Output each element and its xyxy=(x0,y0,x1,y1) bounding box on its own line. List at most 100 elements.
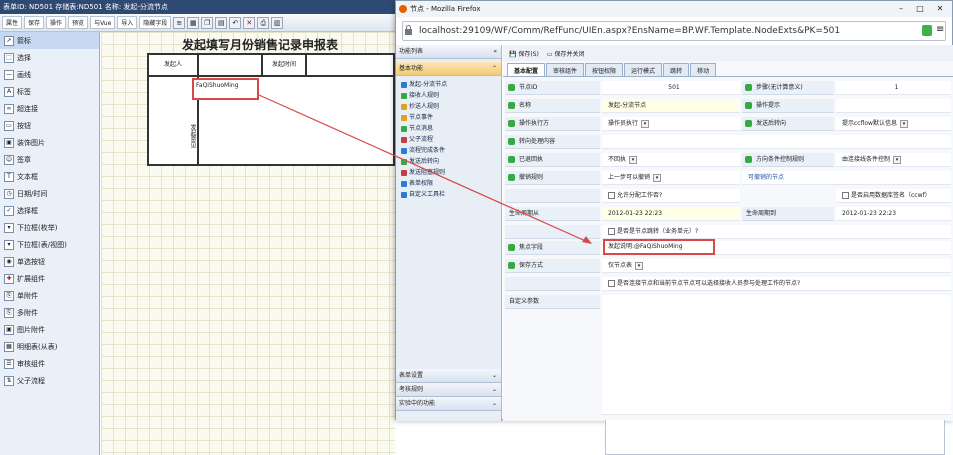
return-select[interactable]: 不回执 ▾ xyxy=(602,153,740,167)
tool-radio[interactable]: ◉ 单选按钮 xyxy=(0,253,99,270)
save-close-action[interactable]: ▭ 保存并关闭 xyxy=(547,49,585,58)
cond-select[interactable]: 由连接线条件控制 ▾ xyxy=(836,153,951,167)
function-item[interactable]: 抄送人规则 xyxy=(396,101,501,112)
execute-select[interactable]: 操作员执行 ▾ xyxy=(602,117,740,131)
name-input[interactable]: 发起-分流节点 xyxy=(602,99,740,113)
tool-arrow[interactable]: ➚ 箭标 xyxy=(0,32,99,49)
function-item[interactable]: 流程完成条件 xyxy=(396,145,501,156)
turn-input[interactable] xyxy=(602,135,951,149)
copy-icon[interactable]: ❐ xyxy=(201,16,214,29)
function-label: 发送后转向 xyxy=(409,158,440,165)
tool-audit[interactable]: ☰ 审核组件 xyxy=(0,355,99,372)
checkbox-icon xyxy=(608,228,615,235)
paste-icon[interactable]: ▤ xyxy=(215,16,228,29)
section-experimental[interactable]: 实验中的功能 ⌄ xyxy=(396,397,501,411)
properties-area: 💾 保存(S) ▭ 保存并关闭 基本配置 审核组件 按钮权限 运行模式 跳转 移… xyxy=(503,45,953,421)
tool-textbox[interactable]: T 文本框 xyxy=(0,168,99,185)
minimize-icon[interactable]: – xyxy=(894,3,908,14)
tool-extension[interactable]: ✚ 扩展组件 xyxy=(0,270,99,287)
tab-buttons[interactable]: 按钮权限 xyxy=(585,63,624,76)
shield-icon[interactable] xyxy=(922,25,932,36)
function-item[interactable]: 节点消息 xyxy=(396,123,501,134)
initiator-value[interactable] xyxy=(198,54,262,76)
cancel-select[interactable]: 上一步可以撤销 ▾ xyxy=(602,171,740,185)
import-button[interactable]: 导入 xyxy=(117,16,138,29)
tool-checkbox[interactable]: ✓ 选择框 xyxy=(0,202,99,219)
tool-select[interactable]: ⬚ 选择 xyxy=(0,49,99,66)
save-mode-label: 保存方式 xyxy=(505,259,600,273)
focus-field-box[interactable]: FaQiShuoMing xyxy=(192,78,259,100)
skip-checkbox[interactable]: 是否是节点跳转（业务单元）? xyxy=(602,225,951,239)
undo-icon[interactable]: ↶ xyxy=(229,16,242,29)
close-icon[interactable]: ✕ xyxy=(933,3,947,14)
function-item[interactable]: 发送阻塞规则 xyxy=(396,167,501,178)
tool-link[interactable]: ∞ 超连接 xyxy=(0,100,99,117)
section-form-settings[interactable]: 表单设置 ⌄ xyxy=(396,369,501,383)
tab-move[interactable]: 移动 xyxy=(690,63,717,76)
period-to-input[interactable]: 2012-01-23 22:23 xyxy=(836,207,951,221)
tool-dropdown-enum[interactable]: ▾ 下拉框(枚举) xyxy=(0,219,99,236)
recall-checkbox[interactable]: 是否连接节点和当前节点节点可以选择接收人员参与处理工作的节点? xyxy=(602,277,951,291)
subflow-icon: ⇅ xyxy=(4,375,14,386)
align-icon[interactable]: ≡ xyxy=(173,16,186,29)
menu-icon[interactable]: ≡ xyxy=(936,24,944,35)
tab-basic[interactable]: 基本配置 xyxy=(507,63,546,76)
tool-date[interactable]: ◷ 日期/时间 xyxy=(0,185,99,202)
address-bar[interactable]: localhost:29109/WF/Comm/RefFunc/UIEn.asp… xyxy=(402,21,946,41)
tool-subflow[interactable]: ⇅ 父子流程 xyxy=(0,372,99,389)
opinion-label: 发起意见 xyxy=(148,76,198,165)
tool-image-attachment[interactable]: ▣ 图片附件 xyxy=(0,321,99,338)
form-table[interactable]: 发起人 发起时间 发起意见 xyxy=(147,53,395,166)
function-item[interactable]: 表单权限 xyxy=(396,178,501,189)
vue-button[interactable]: 与Vue xyxy=(90,16,116,29)
chevron-down-icon: ⌄ xyxy=(491,372,497,379)
grid-icon[interactable]: ▦ xyxy=(187,16,200,29)
preview-button[interactable]: 预览 xyxy=(68,16,89,29)
tool-dropdown-table[interactable]: ▾ 下拉框(表/视图) xyxy=(0,236,99,253)
hidden-fields-button[interactable]: 隐藏字段 xyxy=(139,16,172,29)
tool-attachments[interactable]: ⎘ 多附件 xyxy=(0,304,99,321)
save-button[interactable]: 保存 xyxy=(24,16,45,29)
allow-assign-checkbox[interactable]: 允许分配工作否? xyxy=(602,189,740,203)
props-button[interactable]: 属性 xyxy=(2,16,23,29)
tool-line[interactable]: — 画线 xyxy=(0,66,99,83)
function-item[interactable]: 发起-分流节点 xyxy=(396,79,501,90)
function-item[interactable]: 发送后转向 xyxy=(396,156,501,167)
basic-functions-header[interactable]: 基本功能 ⌃ xyxy=(396,62,501,76)
send-select[interactable]: 提示ccflow默认信息 ▾ xyxy=(836,117,951,131)
save-mode-select[interactable]: 仅节点表 ▾ xyxy=(602,259,951,273)
tool-button[interactable]: ▭ 按钮 xyxy=(0,117,99,134)
function-item[interactable]: 接收人规则 xyxy=(396,90,501,101)
function-item[interactable]: 父子流程 xyxy=(396,134,501,145)
cancel-nodes-link[interactable]: 可撤销的节点 xyxy=(742,171,951,185)
tab-bar: 基本配置 审核组件 按钮权限 运行模式 跳转 移动 xyxy=(503,63,953,77)
send-label: 发送后转向 xyxy=(742,117,834,131)
delete-icon[interactable]: ✕ xyxy=(243,16,256,29)
period-input[interactable]: 2012-01-23 22:23 xyxy=(602,207,740,221)
layout-icon[interactable]: ▥ xyxy=(271,16,284,29)
page-info-icon[interactable] xyxy=(404,25,413,36)
tab-run-mode[interactable]: 运行模式 xyxy=(624,63,663,76)
tool-image[interactable]: ▣ 装饰图片 xyxy=(0,134,99,151)
function-item[interactable]: 自定义工具栏 xyxy=(396,189,501,200)
tool-stamp[interactable]: ☺ 签章 xyxy=(0,151,99,168)
focus-field-input[interactable]: 发起说明:@FaQiShuoMing xyxy=(603,239,715,255)
tip-input[interactable] xyxy=(836,99,951,113)
tab-audit[interactable]: 审核组件 xyxy=(546,63,585,76)
tool-attachment[interactable]: ⎘ 单附件 xyxy=(0,287,99,304)
step-input[interactable]: 1 xyxy=(836,81,951,95)
tab-jump[interactable]: 跳转 xyxy=(663,63,690,76)
print-icon[interactable]: ⎙ xyxy=(257,16,270,29)
plugin-checkbox[interactable]: 是否启用数据库签名（ccwf） xyxy=(836,189,951,203)
custom-textarea[interactable] xyxy=(602,295,951,415)
save-action[interactable]: 💾 保存(S) xyxy=(509,49,539,58)
tool-label[interactable]: A 标签 xyxy=(0,83,99,100)
time-value[interactable] xyxy=(306,54,394,76)
section-assessment[interactable]: 考核规则 ⌄ xyxy=(396,383,501,397)
row-recall: 是否连接节点和当前节点节点可以选择接收人员参与处理工作的节点? xyxy=(505,277,951,291)
collapse-icon[interactable]: « xyxy=(493,45,497,59)
function-item[interactable]: 节点事件 xyxy=(396,112,501,123)
tool-detail-table[interactable]: ▦ 明细表(从表) xyxy=(0,338,99,355)
maximize-icon[interactable]: □ xyxy=(913,3,927,14)
operate-button[interactable]: 操作 xyxy=(46,16,67,29)
